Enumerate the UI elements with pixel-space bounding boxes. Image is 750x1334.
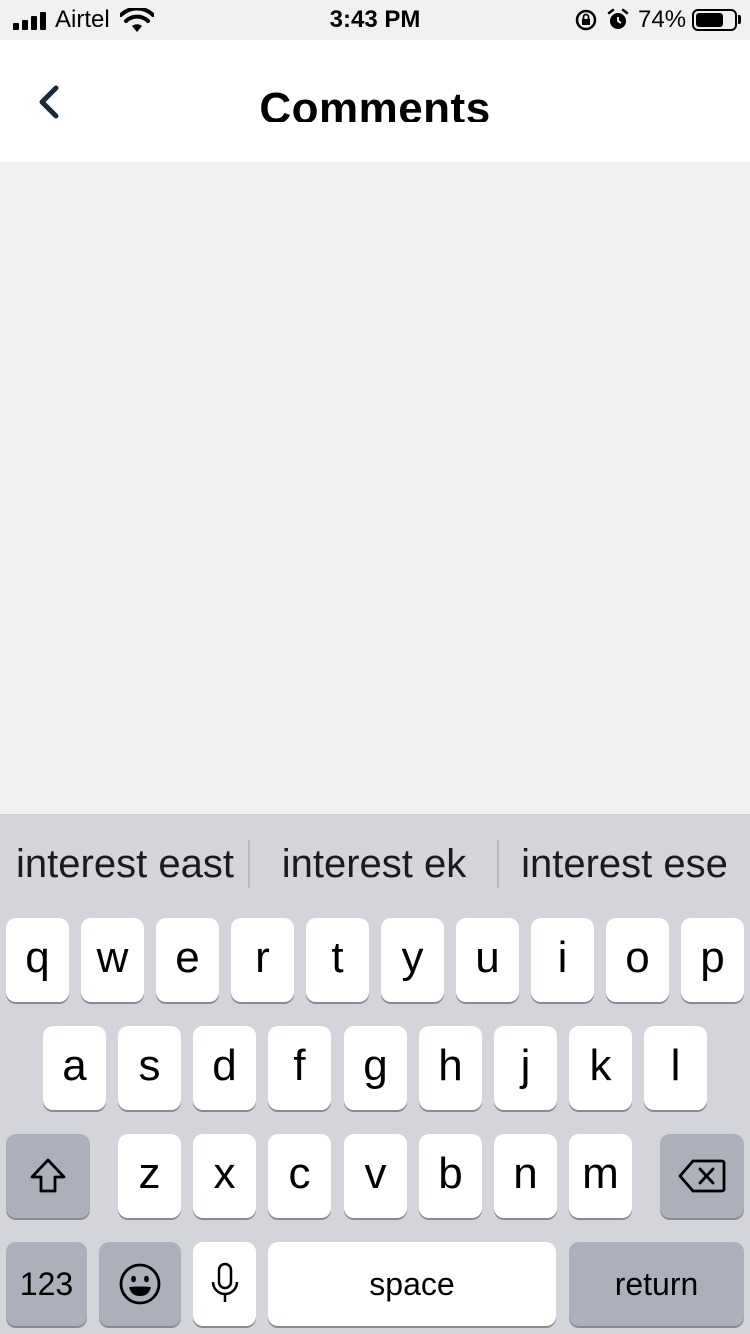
title-container: Comments — [0, 78, 750, 122]
key-f[interactable]: f — [268, 1026, 331, 1110]
shift-arrow-icon — [30, 1158, 66, 1193]
key-n[interactable]: n — [494, 1134, 557, 1218]
key-x[interactable]: x — [193, 1134, 256, 1218]
key-c[interactable]: c — [268, 1134, 331, 1218]
navigation-bar: Comments — [0, 40, 750, 162]
suggestion-2[interactable]: interest ek — [250, 814, 498, 914]
key-q[interactable]: q — [6, 918, 69, 1002]
suggestion-3[interactable]: interest ese — [499, 814, 750, 914]
emoji-key[interactable] — [99, 1242, 181, 1326]
key-u[interactable]: u — [456, 918, 519, 1002]
suggestion-1[interactable]: interest east — [0, 814, 250, 914]
key-j[interactable]: j — [494, 1026, 557, 1110]
emoji-icon — [119, 1263, 161, 1305]
backspace-icon — [678, 1159, 726, 1193]
key-a[interactable]: a — [43, 1026, 106, 1110]
status-bar: Airtel 3:43 PM 74% — [0, 0, 750, 40]
shift-key[interactable] — [6, 1134, 90, 1218]
key-p[interactable]: p — [681, 918, 744, 1002]
key-i[interactable]: i — [531, 918, 594, 1002]
key-w[interactable]: w — [81, 918, 144, 1002]
microphone-icon — [211, 1262, 238, 1302]
space-key[interactable]: space — [268, 1242, 556, 1326]
key-h[interactable]: h — [419, 1026, 482, 1110]
battery-level-fill — [696, 13, 723, 27]
key-m[interactable]: m — [569, 1134, 632, 1218]
comments-list-area — [0, 162, 750, 814]
battery-tip — [738, 15, 741, 24]
key-d[interactable]: d — [193, 1026, 256, 1110]
key-t[interactable]: t — [306, 918, 369, 1002]
key-g[interactable]: g — [344, 1026, 407, 1110]
battery-icon — [692, 9, 737, 31]
return-key[interactable]: return — [569, 1242, 744, 1326]
dictation-key[interactable] — [193, 1242, 256, 1326]
key-k[interactable]: k — [569, 1026, 632, 1110]
predictive-suggestions-bar: interest east interest ek interest ese — [0, 814, 750, 914]
keyboard: interest east interest ek interest ese q… — [0, 814, 750, 1334]
numbers-key[interactable]: 123 — [6, 1242, 87, 1326]
key-v[interactable]: v — [344, 1134, 407, 1218]
key-y[interactable]: y — [381, 918, 444, 1002]
key-e[interactable]: e — [156, 918, 219, 1002]
orientation-lock-icon — [575, 9, 597, 31]
battery-percent: 74% — [638, 6, 687, 33]
key-s[interactable]: s — [118, 1026, 181, 1110]
page-title: Comments — [259, 84, 491, 122]
alarm-icon — [607, 8, 629, 29]
key-r[interactable]: r — [231, 918, 294, 1002]
key-b[interactable]: b — [419, 1134, 482, 1218]
delete-key[interactable] — [660, 1134, 744, 1218]
key-l[interactable]: l — [644, 1026, 707, 1110]
key-o[interactable]: o — [606, 918, 669, 1002]
key-z[interactable]: z — [118, 1134, 181, 1218]
